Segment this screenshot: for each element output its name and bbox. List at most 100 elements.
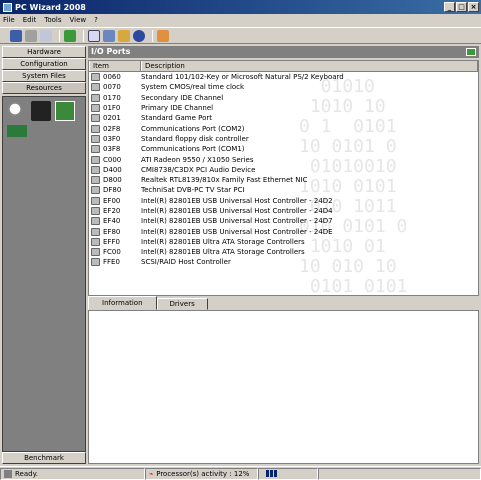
nav-hardware[interactable]: Hardware bbox=[2, 46, 86, 58]
table-row[interactable]: DF80 TechniSat DVB-PC TV Star PCI bbox=[89, 185, 478, 195]
table-row[interactable]: 03F8 Communications Port (COM1) bbox=[89, 144, 478, 154]
table-row[interactable]: 0170 Secondary IDE Channel bbox=[89, 93, 478, 103]
search-icon[interactable] bbox=[88, 29, 100, 42]
table-row[interactable]: FFE0 SCSI/RAID Host Controller bbox=[89, 257, 478, 267]
item-address: EF20 bbox=[103, 207, 121, 215]
folder-icon[interactable] bbox=[118, 29, 130, 42]
item-description: ATI Radeon 9550 / X1050 Series bbox=[141, 155, 254, 164]
device-icon bbox=[91, 114, 100, 123]
item-address: EF80 bbox=[103, 227, 121, 236]
nav-benchmark[interactable]: Benchmark bbox=[2, 452, 86, 464]
menu-view[interactable]: View bbox=[70, 16, 87, 24]
window-title: PC Wizard 2008 bbox=[15, 2, 86, 12]
item-description: Standard Game Port bbox=[141, 114, 213, 123]
pulse-icon: ⌁ bbox=[149, 469, 154, 478]
item-address: C000 bbox=[103, 155, 122, 164]
item-description: Intel(R) 82801EB USB Universal Host Cont… bbox=[141, 207, 333, 215]
item-address: 02F8 bbox=[103, 124, 121, 133]
refresh-icon[interactable] bbox=[64, 29, 76, 42]
table-row[interactable]: EF20 Intel(R) 82801EB USB Universal Host … bbox=[89, 206, 478, 216]
table-row[interactable]: EF40 Intel(R) 82801EB USB Universal Host … bbox=[89, 216, 478, 226]
item-cell: 0170 bbox=[89, 93, 141, 102]
nav-system-files[interactable]: System Files bbox=[2, 70, 86, 82]
table-row[interactable]: 0060 Standard 101/102-Key or Microsoft Na… bbox=[89, 72, 478, 82]
rows-container: 0060 Standard 101/102-Key or Microsoft Na… bbox=[89, 72, 478, 268]
item-cell: FC00 bbox=[89, 248, 141, 257]
dma-icon[interactable] bbox=[7, 125, 27, 137]
table-row[interactable]: 03F0 Standard floppy disk controller bbox=[89, 134, 478, 144]
item-address: D400 bbox=[103, 165, 122, 174]
table-row[interactable]: D400 CMI8738/C3DX PCI Audio Device bbox=[89, 165, 478, 175]
item-address: D800 bbox=[103, 176, 122, 185]
main-pane: I/O Ports Item Description 01010 1010 10… bbox=[88, 46, 479, 466]
maximize-button[interactable]: □ bbox=[456, 2, 467, 12]
memory-chip-icon[interactable] bbox=[31, 101, 52, 121]
table-row[interactable]: FC00 Intel(R) 82801EB Ultra ATA Storage C… bbox=[89, 247, 478, 257]
help-icon[interactable] bbox=[133, 29, 145, 42]
table-row[interactable]: 02F8 Communications Port (COM2) bbox=[89, 123, 478, 133]
item-cell: 01F0 bbox=[89, 104, 141, 113]
item-address: DF80 bbox=[103, 186, 122, 195]
table-row[interactable]: 0070 System CMOS/real time clock bbox=[89, 82, 478, 92]
chip-icon[interactable] bbox=[103, 29, 115, 42]
print-icon[interactable] bbox=[25, 29, 37, 42]
copy-icon[interactable] bbox=[40, 29, 52, 42]
io-card-icon[interactable] bbox=[55, 101, 76, 121]
item-description: Communications Port (COM2) bbox=[141, 124, 245, 133]
menu-tools[interactable]: Tools bbox=[44, 16, 61, 24]
item-cell: EFF0 bbox=[89, 237, 141, 246]
item-address: EF00 bbox=[103, 196, 121, 205]
ports-list[interactable]: Item Description 01010 1010 10 0 1 0101 … bbox=[88, 60, 479, 296]
close-button[interactable]: × bbox=[468, 2, 479, 12]
item-cell: FFE0 bbox=[89, 258, 141, 267]
item-address: EFF0 bbox=[103, 237, 120, 246]
save-icon[interactable] bbox=[10, 29, 22, 42]
table-row[interactable]: EF80 Intel(R) 82801EB USB Universal Host … bbox=[89, 226, 478, 236]
item-address: 01F0 bbox=[103, 104, 121, 113]
section-title: I/O Ports bbox=[91, 47, 131, 56]
nav-resources[interactable]: Resources bbox=[2, 82, 86, 94]
item-cell: 0201 bbox=[89, 114, 141, 123]
device-icon bbox=[91, 83, 100, 92]
menu-file[interactable]: File bbox=[3, 16, 15, 24]
status-activity: ⌁ Processor(s) activity : 12% bbox=[145, 467, 258, 480]
tab-drivers[interactable]: Drivers bbox=[156, 298, 208, 310]
item-description: SCSI/RAID Host Controller bbox=[141, 258, 231, 267]
device-icon bbox=[91, 134, 100, 143]
device-icon bbox=[91, 258, 100, 267]
table-row[interactable]: EF00 Intel(R) 82801EB USB Universal Host … bbox=[89, 196, 478, 206]
magnifier-icon[interactable] bbox=[7, 101, 27, 121]
column-item[interactable]: Item bbox=[89, 61, 141, 71]
item-address: FC00 bbox=[103, 248, 121, 257]
device-icon bbox=[91, 217, 100, 226]
device-icon bbox=[91, 176, 100, 185]
item-address: EF40 bbox=[103, 217, 121, 226]
table-row[interactable]: D800 Realtek RTL8139/810x Family Fast Eth… bbox=[89, 175, 478, 185]
column-description[interactable]: Description bbox=[141, 61, 478, 71]
item-address: 0201 bbox=[103, 114, 121, 123]
item-description: TechniSat DVB-PC TV Star PCI bbox=[141, 186, 245, 195]
table-row[interactable]: 01F0 Primary IDE Channel bbox=[89, 103, 478, 113]
item-description: Primary IDE Channel bbox=[141, 104, 214, 113]
item-cell: 0070 bbox=[89, 83, 141, 92]
section-header: I/O Ports bbox=[88, 46, 479, 58]
item-cell: DF80 bbox=[89, 186, 141, 195]
minimize-button[interactable]: _ bbox=[444, 2, 455, 12]
home-icon[interactable] bbox=[157, 29, 169, 42]
title-bar: PC Wizard 2008 _ □ × bbox=[0, 0, 481, 14]
table-row[interactable]: EFF0 Intel(R) 82801EB Ultra ATA Storage C… bbox=[89, 237, 478, 247]
export-icon[interactable] bbox=[466, 48, 476, 56]
item-cell: EF80 bbox=[89, 227, 141, 236]
device-icon bbox=[91, 124, 100, 133]
menu-help[interactable]: ? bbox=[94, 16, 98, 24]
item-address: 03F8 bbox=[103, 145, 121, 154]
table-row[interactable]: C000 ATI Radeon 9550 / X1050 Series bbox=[89, 154, 478, 164]
list-header: Item Description bbox=[89, 61, 478, 72]
tab-information[interactable]: Information bbox=[88, 296, 157, 310]
activity-segment bbox=[274, 470, 277, 477]
table-row[interactable]: 0201 Standard Game Port bbox=[89, 113, 478, 123]
nav-configuration[interactable]: Configuration bbox=[2, 58, 86, 70]
item-description: Intel(R) 82801EB USB Universal Host Cont… bbox=[141, 217, 333, 226]
device-icon bbox=[91, 186, 100, 195]
menu-edit[interactable]: Edit bbox=[23, 16, 37, 24]
